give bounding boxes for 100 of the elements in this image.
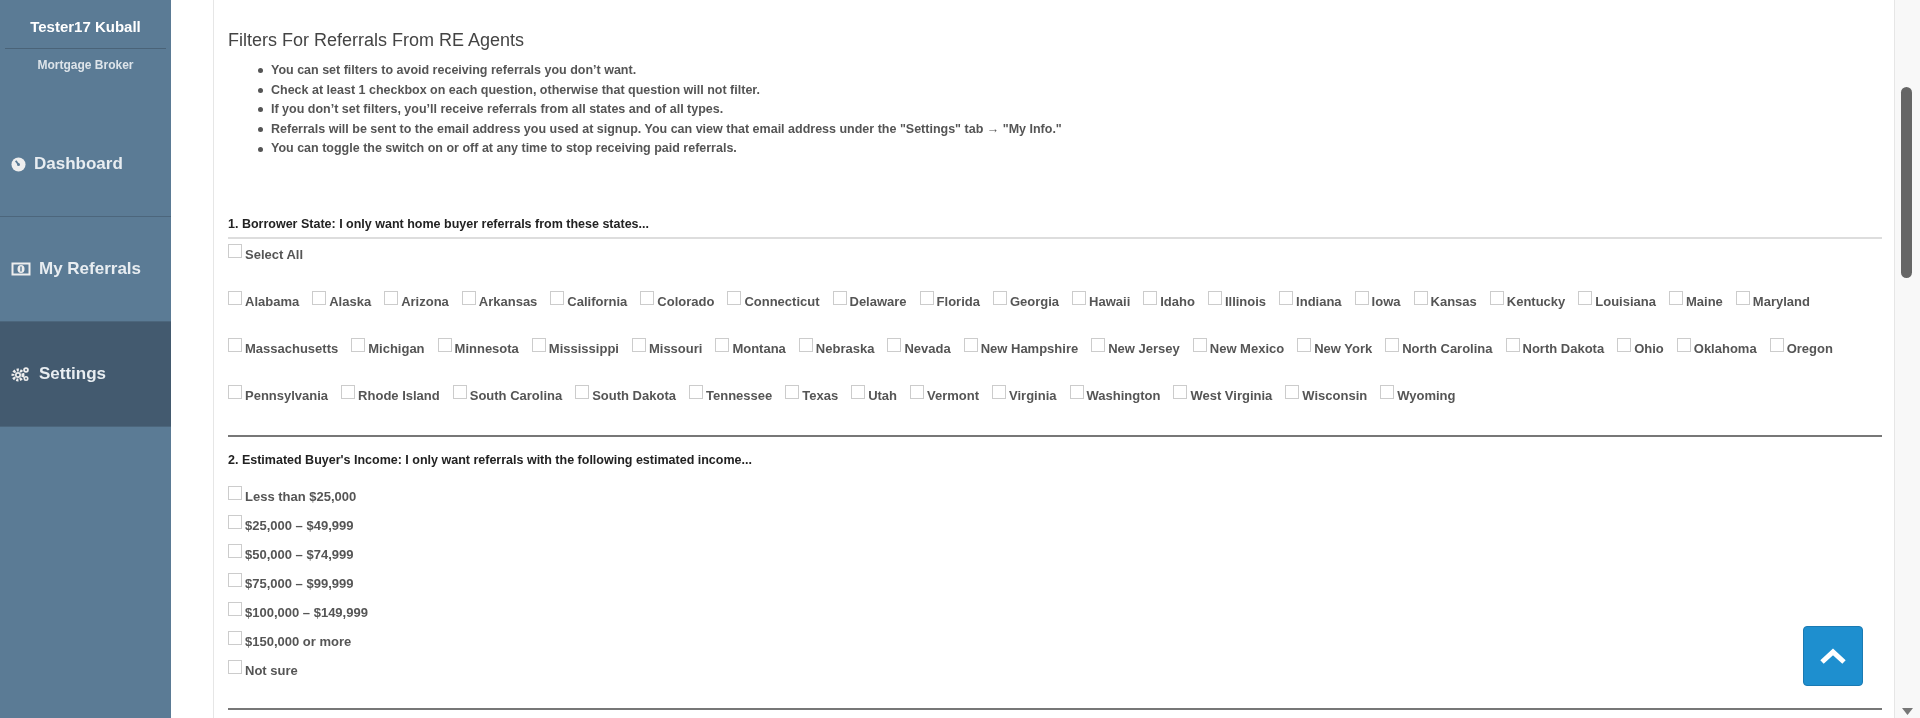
scroll-thumb[interactable]	[1901, 87, 1912, 278]
checkbox-option[interactable]: Delaware	[832, 293, 907, 309]
checkbox-option[interactable]: $50,000 – $74,999	[228, 546, 354, 562]
checkbox[interactable]	[228, 659, 242, 674]
checkbox-option[interactable]: Kentucky	[1489, 293, 1566, 309]
checkbox-option[interactable]: Georgia	[992, 293, 1060, 309]
checkbox-option[interactable]: Kansas	[1413, 293, 1477, 309]
checkbox[interactable]	[887, 337, 902, 352]
checkbox-option[interactable]: North Dakota	[1505, 340, 1605, 356]
checkbox[interactable]	[550, 290, 565, 305]
checkbox-option[interactable]: Nevada	[887, 340, 951, 356]
checkbox-option[interactable]: Alabama	[228, 293, 300, 309]
checkbox[interactable]	[228, 384, 242, 399]
checkbox-option[interactable]: Wisconsin	[1285, 387, 1368, 403]
checkbox-option[interactable]: Pennsylvania	[228, 387, 329, 403]
checkbox-option[interactable]: Mississippi	[531, 340, 619, 356]
checkbox-option[interactable]: Hawaii	[1072, 293, 1131, 309]
checkbox[interactable]	[1413, 290, 1428, 305]
checkbox-option[interactable]: Connecticut	[727, 293, 820, 309]
checkbox[interactable]	[228, 485, 242, 500]
checkbox[interactable]	[689, 384, 703, 399]
checkbox-option[interactable]: Less than $25,000	[228, 488, 357, 504]
checkbox-option[interactable]: Washington	[1069, 387, 1161, 403]
checkbox-option[interactable]: Iowa	[1354, 293, 1401, 309]
checkbox[interactable]	[461, 290, 476, 305]
checkbox[interactable]	[1617, 337, 1632, 352]
checkbox-option[interactable]: North Carolina	[1385, 340, 1493, 356]
checkbox-option[interactable]: $100,000 – $149,999	[228, 604, 368, 620]
checkbox[interactable]	[341, 384, 356, 399]
checkbox-option[interactable]: Oregon	[1769, 340, 1833, 356]
checkbox-option[interactable]: Louisiana	[1578, 293, 1656, 309]
checkbox[interactable]	[531, 337, 546, 352]
checkbox[interactable]	[832, 290, 847, 305]
checkbox-option[interactable]: New York	[1297, 340, 1373, 356]
checkbox-option[interactable]: Idaho	[1143, 293, 1195, 309]
checkbox[interactable]	[785, 384, 800, 399]
checkbox[interactable]	[1091, 337, 1106, 352]
checkbox-option[interactable]: Not sure	[228, 662, 298, 678]
checkbox[interactable]	[228, 601, 242, 616]
checkbox-option[interactable]: Utah	[851, 387, 898, 403]
nav-item[interactable]: Dashboard	[0, 112, 171, 217]
checkbox-option[interactable]: Massachusetts	[228, 340, 339, 356]
checkbox-option[interactable]: West Virginia	[1173, 387, 1273, 403]
checkbox[interactable]	[1143, 290, 1158, 305]
checkbox[interactable]	[312, 290, 327, 305]
checkbox-option[interactable]: Tennessee	[689, 387, 773, 403]
nav-item[interactable]: Settings	[0, 322, 171, 427]
checkbox[interactable]	[1192, 337, 1207, 352]
scroll-to-top-button[interactable]	[1803, 626, 1863, 686]
checkbox[interactable]	[228, 337, 242, 352]
checkbox[interactable]	[715, 337, 730, 352]
checkbox[interactable]	[228, 290, 242, 305]
checkbox[interactable]	[1207, 290, 1222, 305]
checkbox[interactable]	[351, 337, 366, 352]
checkbox[interactable]	[1578, 290, 1593, 305]
checkbox[interactable]	[1489, 290, 1504, 305]
checkbox-option[interactable]: Illinois	[1207, 293, 1267, 309]
checkbox[interactable]	[910, 384, 925, 399]
checkbox-option[interactable]: Wyoming	[1380, 387, 1456, 403]
scroll-down-icon[interactable]	[1902, 708, 1913, 715]
checkbox[interactable]	[1380, 384, 1395, 399]
checkbox[interactable]	[228, 514, 242, 529]
checkbox-option[interactable]: $150,000 or more	[228, 633, 352, 649]
checkbox-option[interactable]: Missouri	[631, 340, 703, 356]
checkbox-option[interactable]: Nebraska	[798, 340, 875, 356]
checkbox-option[interactable]: Maine	[1669, 293, 1723, 309]
checkbox-option[interactable]: Arizona	[384, 293, 449, 309]
checkbox[interactable]	[1385, 337, 1400, 352]
checkbox[interactable]	[1669, 290, 1683, 305]
checkbox-option[interactable]: Oklahoma	[1676, 340, 1757, 356]
checkbox[interactable]	[384, 290, 399, 305]
checkbox[interactable]	[228, 243, 242, 258]
checkbox-option[interactable]: California	[550, 293, 628, 309]
checkbox-option[interactable]: Minnesota	[437, 340, 519, 356]
checkbox[interactable]	[228, 630, 242, 645]
checkbox[interactable]	[1297, 337, 1312, 352]
checkbox-option[interactable]: Michigan	[351, 340, 425, 356]
checkbox-option[interactable]: Texas	[785, 387, 839, 403]
checkbox[interactable]	[798, 337, 813, 352]
checkbox-option[interactable]: Alaska	[312, 293, 372, 309]
checkbox[interactable]	[452, 384, 467, 399]
checkbox-option[interactable]: Indiana	[1279, 293, 1342, 309]
checkbox-option[interactable]: $75,000 – $99,999	[228, 575, 354, 591]
checkbox[interactable]	[992, 384, 1007, 399]
checkbox-option[interactable]: Florida	[919, 293, 980, 309]
checkbox-option[interactable]: South Carolina	[452, 387, 563, 403]
checkbox[interactable]	[1072, 290, 1087, 305]
checkbox-option[interactable]: South Dakota	[575, 387, 676, 403]
checkbox[interactable]	[851, 384, 866, 399]
checkbox-option[interactable]: Arkansas	[461, 293, 538, 309]
checkbox-option[interactable]: New Jersey	[1091, 340, 1180, 356]
checkbox[interactable]	[1769, 337, 1784, 352]
checkbox-option[interactable]: Rhode Island	[341, 387, 440, 403]
checkbox[interactable]	[963, 337, 978, 352]
checkbox[interactable]	[575, 384, 590, 399]
checkbox-option[interactable]: New Hampshire	[963, 340, 1079, 356]
checkbox[interactable]	[631, 337, 646, 352]
checkbox[interactable]	[228, 572, 242, 587]
checkbox[interactable]	[1354, 290, 1369, 305]
checkbox[interactable]	[1735, 290, 1750, 305]
